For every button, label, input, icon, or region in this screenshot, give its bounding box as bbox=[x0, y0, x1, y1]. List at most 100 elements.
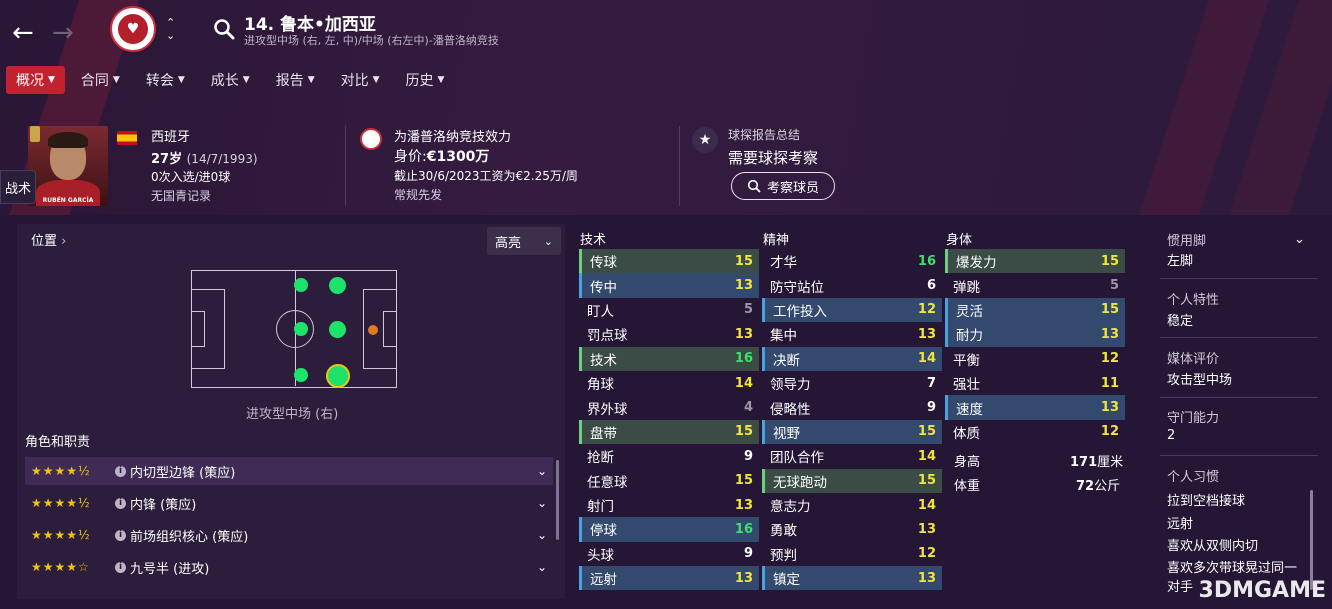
attribute-row[interactable]: 领导力 7 bbox=[762, 371, 942, 395]
technical-attributes: 传球 15 传中 13 盯人 5 罚点球 13 技术 16 角球 14 界外球 4 盘带 15 抢断 9 任意球 15… bbox=[579, 249, 759, 591]
menu-transfer[interactable]: 转会 ▼ bbox=[136, 66, 195, 94]
search-icon[interactable] bbox=[213, 18, 235, 40]
scrollbar[interactable] bbox=[1310, 490, 1313, 590]
menu-reports[interactable]: 报告 ▼ bbox=[266, 66, 325, 94]
info-icon[interactable]: i bbox=[115, 529, 126, 541]
attribute-name: 爆发力 bbox=[956, 255, 997, 272]
attribute-row[interactable]: 视野 15 bbox=[762, 419, 942, 445]
attribute-row[interactable]: 头球 9 bbox=[579, 542, 759, 566]
role-row[interactable]: ★★★★½ i 内切型边锋 (策应) ⌄ bbox=[25, 457, 553, 485]
age: 27岁 (14/7/1993) bbox=[151, 152, 258, 167]
attribute-row[interactable]: 才华 16 bbox=[762, 249, 942, 273]
position-heading[interactable]: 位置 › bbox=[31, 230, 66, 249]
menu-development[interactable]: 成长 ▼ bbox=[201, 66, 260, 94]
highlight-dropdown[interactable]: 高亮 ⌄ bbox=[487, 227, 561, 255]
nationality: 西班牙 bbox=[151, 130, 191, 145]
attribute-row[interactable]: 射门 13 bbox=[579, 493, 759, 517]
media-value: 攻击型中场 bbox=[1167, 373, 1233, 388]
chevron-down-icon: ⌄ bbox=[543, 234, 553, 248]
tactics-tab[interactable]: 战术 bbox=[0, 170, 36, 204]
chevron-down-icon[interactable]: ⌄ bbox=[537, 528, 547, 542]
mental-attributes: 才华 16 防守站位 6 工作投入 12 集中 13 决断 14 领导力 7 侵略性 9 视野 15 团队合作 1… bbox=[762, 249, 942, 591]
attribute-value: 13 bbox=[734, 326, 753, 342]
attribute-name: 才华 bbox=[770, 255, 797, 272]
club-icon[interactable] bbox=[360, 128, 382, 150]
role-row[interactable]: ★★★★½ i 内锋 (策应) ⌄ bbox=[25, 489, 553, 517]
habit-item: 远射 bbox=[1167, 517, 1194, 532]
attribute-row[interactable]: 集中 13 bbox=[762, 322, 942, 346]
attribute-row[interactable]: 爆发力 15 bbox=[945, 249, 1125, 274]
attribute-value: 15 bbox=[917, 473, 936, 489]
chevron-down-icon[interactable]: ⌄ bbox=[537, 496, 547, 510]
attribute-row[interactable]: 盯人 5 bbox=[579, 298, 759, 322]
attribute-row[interactable]: 角球 14 bbox=[579, 371, 759, 395]
attribute-row[interactable]: 决断 14 bbox=[762, 346, 942, 371]
attribute-name: 任意球 bbox=[587, 474, 628, 491]
info-icon[interactable]: i bbox=[115, 497, 126, 509]
chevron-down-icon: ▼ bbox=[242, 75, 250, 85]
attribute-row[interactable]: 传中 13 bbox=[579, 273, 759, 298]
attribute-row[interactable]: 无球跑动 15 bbox=[762, 468, 942, 493]
attribute-value: 13 bbox=[734, 570, 753, 586]
scout-player-button[interactable]: 考察球员 bbox=[731, 172, 835, 200]
attribute-row[interactable]: 预判 12 bbox=[762, 542, 942, 566]
attribute-row[interactable]: 任意球 15 bbox=[579, 469, 759, 493]
attribute-row[interactable]: 工作投入 12 bbox=[762, 297, 942, 323]
divider bbox=[1160, 278, 1318, 279]
position-dot bbox=[294, 278, 308, 292]
attribute-row[interactable]: 灵活 15 bbox=[945, 297, 1125, 323]
attribute-row[interactable]: 停球 16 bbox=[579, 517, 759, 542]
attribute-row[interactable]: 耐力 13 bbox=[945, 322, 1125, 347]
attribute-row[interactable]: 强壮 11 bbox=[945, 371, 1125, 395]
personality-label: 个人特性 bbox=[1167, 293, 1220, 308]
divider bbox=[1160, 455, 1318, 456]
attribute-name: 弹跳 bbox=[953, 279, 980, 296]
attribute-row[interactable]: 速度 13 bbox=[945, 395, 1125, 420]
position-dot bbox=[368, 325, 378, 335]
weight-label: 体重 bbox=[954, 479, 981, 494]
attribute-name: 界外球 bbox=[587, 401, 628, 418]
back-arrow-icon[interactable]: ← bbox=[12, 18, 34, 48]
player-switch-icon[interactable]: ⌃ ⌄ bbox=[166, 16, 175, 42]
info-icon[interactable]: i bbox=[115, 465, 126, 477]
attribute-row[interactable]: 体质 12 bbox=[945, 420, 1125, 444]
divider bbox=[345, 126, 346, 206]
attribute-name: 团队合作 bbox=[770, 450, 824, 467]
attribute-row[interactable]: 远射 13 bbox=[579, 566, 759, 591]
attribute-row[interactable]: 传球 15 bbox=[579, 249, 759, 274]
chevron-down-icon[interactable]: ⌄ bbox=[537, 464, 547, 478]
menu-compare[interactable]: 对比 ▼ bbox=[331, 66, 390, 94]
attribute-row[interactable]: 罚点球 13 bbox=[579, 322, 759, 346]
attribute-row[interactable]: 镇定 13 bbox=[762, 566, 942, 591]
menu-contract[interactable]: 合同 ▼ bbox=[71, 66, 130, 94]
attribute-row[interactable]: 弹跳 5 bbox=[945, 273, 1125, 297]
attribute-row[interactable]: 技术 16 bbox=[579, 346, 759, 371]
attribute-name: 罚点球 bbox=[587, 328, 628, 345]
attribute-value: 9 bbox=[743, 448, 753, 464]
club-crest-icon[interactable]: ♥ bbox=[110, 6, 156, 52]
chevron-down-icon[interactable]: ⌄ bbox=[1294, 232, 1305, 247]
attribute-row[interactable]: 盘带 15 bbox=[579, 419, 759, 445]
role-row[interactable]: ★★★★½ i 前场组织核心 (策应) ⌄ bbox=[25, 521, 553, 549]
menu-overview[interactable]: 概况 ▼ bbox=[6, 66, 65, 94]
attribute-row[interactable]: 抢断 9 bbox=[579, 444, 759, 468]
foot-value: 左脚 bbox=[1167, 254, 1194, 269]
position-caption: 进攻型中场 (右) bbox=[246, 407, 339, 422]
attribute-row[interactable]: 防守站位 6 bbox=[762, 273, 942, 297]
role-row[interactable]: ★★★★☆ i 九号半 (进攻) ⌄ bbox=[25, 553, 553, 581]
physical-attributes: 爆发力 15 弹跳 5 灵活 15 耐力 13 平衡 12 强壮 11 速度 13 体质 12 bbox=[945, 249, 1125, 444]
habit-item: 对手 bbox=[1167, 580, 1194, 595]
attribute-row[interactable]: 团队合作 14 bbox=[762, 444, 942, 468]
attribute-row[interactable]: 意志力 14 bbox=[762, 493, 942, 517]
attribute-row[interactable]: 侵略性 9 bbox=[762, 395, 942, 419]
media-label: 媒体评价 bbox=[1167, 352, 1220, 367]
forward-arrow-icon[interactable]: → bbox=[52, 18, 74, 48]
attribute-row[interactable]: 平衡 12 bbox=[945, 347, 1125, 371]
chevron-down-icon[interactable]: ⌄ bbox=[537, 560, 547, 574]
menu-history[interactable]: 历史 ▼ bbox=[396, 66, 455, 94]
divider bbox=[1160, 337, 1318, 338]
attribute-row[interactable]: 勇敢 13 bbox=[762, 517, 942, 541]
info-icon[interactable]: i bbox=[115, 561, 126, 573]
attribute-row[interactable]: 界外球 4 bbox=[579, 395, 759, 419]
scrollbar[interactable] bbox=[556, 460, 559, 540]
